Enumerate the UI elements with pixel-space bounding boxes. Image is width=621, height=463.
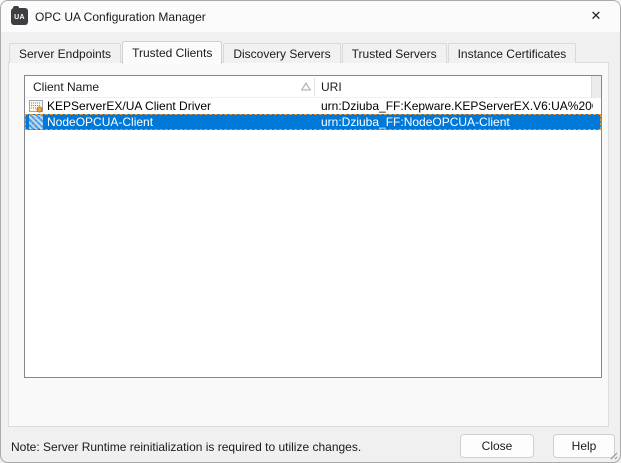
title-bar[interactable]: UA OPC UA Configuration Manager ✕ <box>1 1 620 32</box>
certificate-hatched-icon <box>29 115 43 129</box>
sort-ascending-icon <box>301 82 311 91</box>
trusted-clients-list[interactable]: Client Name URI KEPServerEX/UA Client Dr <box>24 75 602 378</box>
table-row-nodeopcua-client-selected[interactable]: NodeOPCUA-Client urn:Dziuba_FF:NodeOPCUA… <box>25 114 601 130</box>
column-header-client-name[interactable]: Client Name <box>33 80 99 94</box>
runtime-note: Note: Server Runtime reinitialization is… <box>11 440 362 454</box>
client-uri-cell: urn:Dziuba_FF:Kepware.KEPServerEX.V6:UA%… <box>321 99 593 113</box>
close-icon: ✕ <box>590 8 602 23</box>
tab-discovery-servers[interactable]: Discovery Servers <box>223 43 341 63</box>
tab-server-endpoints[interactable]: Server Endpoints <box>9 43 122 63</box>
window-title: OPC UA Configuration Manager <box>35 10 206 24</box>
client-name-cell: NodeOPCUA-Client <box>47 115 154 129</box>
client-name-cell: KEPServerEX/UA Client Driver <box>47 99 212 113</box>
column-header-uri[interactable]: URI <box>321 80 342 94</box>
tab-trusted-clients[interactable]: Trusted Clients <box>122 41 223 64</box>
certificate-icon <box>29 100 43 113</box>
client-uri-cell: urn:Dziuba_FF:NodeOPCUA-Client <box>321 115 510 129</box>
table-row-kepserverex-client[interactable]: KEPServerEX/UA Client Driver urn:Dziuba_… <box>25 98 601 114</box>
column-divider[interactable] <box>314 78 315 96</box>
trusted-clients-tab-page: Client Name URI KEPServerEX/UA Client Dr <box>8 62 609 427</box>
close-button[interactable]: Close <box>460 434 534 458</box>
header-filler <box>591 76 601 98</box>
resize-grip[interactable] <box>608 450 618 460</box>
tab-strip: Server Endpoints Trusted Clients Discove… <box>9 40 577 64</box>
opc-ua-configuration-manager-dialog: UA OPC UA Configuration Manager ✕ Server… <box>0 0 621 463</box>
opc-ua-app-icon: UA <box>11 6 28 25</box>
list-header[interactable]: Client Name URI <box>25 76 601 98</box>
close-window-button[interactable]: ✕ <box>578 1 614 31</box>
help-button[interactable]: Help <box>553 434 615 458</box>
tab-trusted-servers[interactable]: Trusted Servers <box>341 43 447 63</box>
tab-instance-certificates[interactable]: Instance Certificates <box>447 43 577 63</box>
